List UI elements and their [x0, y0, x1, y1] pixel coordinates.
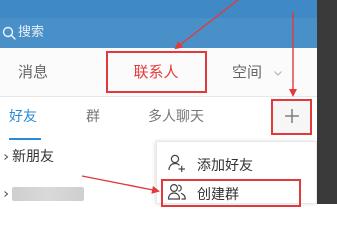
list-item-label: 新朋友	[12, 149, 54, 165]
search-icon	[2, 26, 16, 40]
blurred-group-name	[12, 187, 84, 201]
side-panel	[317, 0, 337, 204]
chevron-right-icon	[4, 154, 9, 160]
search-input[interactable]: 搜索	[18, 25, 44, 41]
menu-item-label: 添加好友	[197, 158, 253, 174]
title-strip	[0, 0, 317, 18]
search-bar[interactable]: 搜索	[0, 0, 317, 48]
add-button[interactable]	[271, 99, 312, 135]
plus-icon	[285, 109, 299, 123]
sub-tabs: 好友 群 多人聊天	[0, 96, 317, 142]
subtab-label: 好友	[9, 109, 37, 125]
subtab-groups[interactable]: 群	[86, 96, 100, 138]
subtab-label: 群	[86, 109, 100, 125]
chevron-right-icon	[4, 191, 9, 197]
tab-messages[interactable]: 消息	[18, 48, 48, 96]
add-user-icon	[168, 154, 185, 172]
tab-label: 空间	[232, 63, 263, 81]
chevron-down-icon	[273, 70, 282, 76]
tab-label: 消息	[18, 63, 49, 81]
active-subtab-indicator	[9, 138, 41, 140]
annotation-box-create-group	[161, 179, 301, 207]
subtab-label: 多人聊天	[148, 109, 204, 125]
subtab-friends[interactable]: 好友	[9, 96, 37, 138]
annotation-box-contacts	[106, 51, 207, 93]
subtab-multi-chat[interactable]: 多人聊天	[148, 96, 204, 138]
menu-item-add-friend[interactable]: 添加好友	[157, 149, 318, 177]
tab-space[interactable]: 空间	[232, 48, 283, 96]
